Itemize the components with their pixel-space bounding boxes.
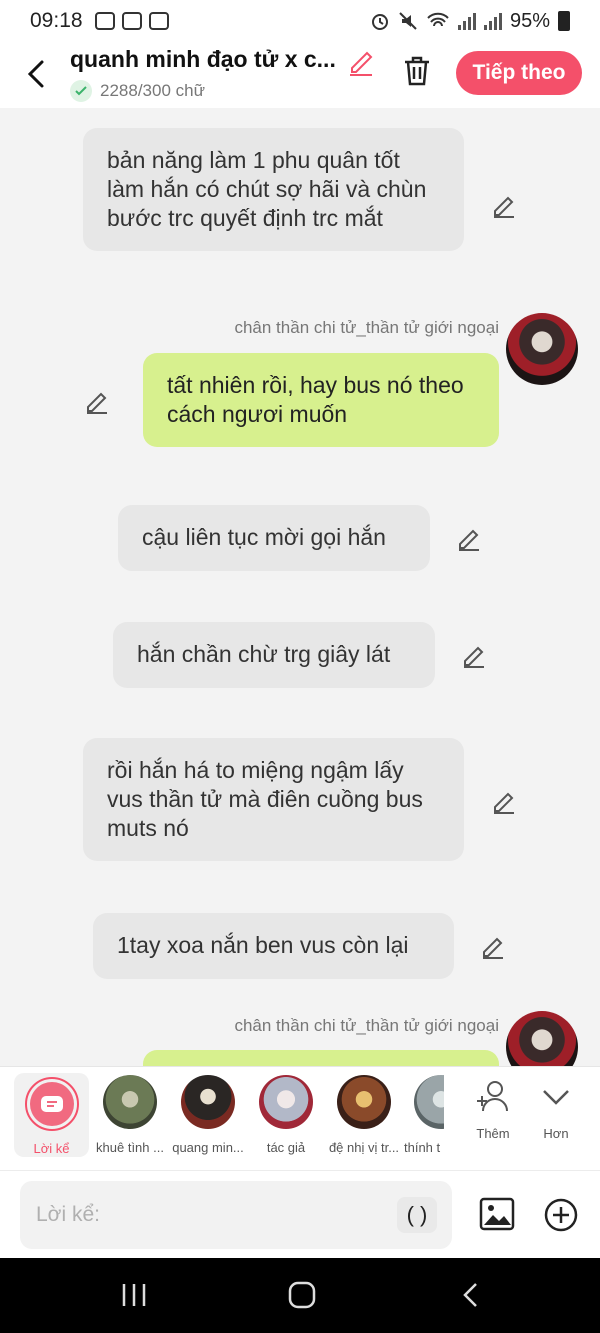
more-options-button[interactable]: Hơn <box>526 1077 586 1141</box>
signal-icon <box>457 12 476 30</box>
character-item[interactable]: thính t <box>404 1075 444 1155</box>
alarm-icon <box>371 14 388 30</box>
word-count-text: 2288/300 chữ <box>100 81 205 100</box>
back-arrow-icon[interactable] <box>22 54 52 94</box>
battery-icon <box>558 11 570 31</box>
check-icon <box>70 80 92 102</box>
input-bar: ( ) <box>0 1170 600 1258</box>
character-name: khuê tình ... <box>96 1140 164 1155</box>
narration-bubble[interactable]: rồi hắn há to miệng ngậm lấy vus thần tử… <box>83 738 464 861</box>
youtube-notification-icon <box>148 12 169 30</box>
character-item[interactable]: khuê tình ... <box>92 1075 168 1155</box>
recent-apps-icon[interactable] <box>120 1282 148 1308</box>
back-icon[interactable] <box>460 1280 482 1310</box>
chat-area: bản năng làm 1 phu quân tốt làm hắn có c… <box>0 108 600 1066</box>
gallery-notification-icon <box>94 12 115 30</box>
character-message-bubble[interactable] <box>143 1050 499 1066</box>
character-avatar <box>414 1075 444 1129</box>
narration-bubble[interactable]: hắn chần chừ trg giây lát <box>113 622 435 688</box>
photo-notification-icon <box>121 12 142 30</box>
character-avatar[interactable] <box>506 1011 578 1066</box>
narrator-tab[interactable]: Lời kể <box>14 1073 89 1157</box>
chevron-down-icon <box>543 1090 569 1105</box>
character-name: tác giả <box>266 1140 306 1155</box>
narrator-avatar <box>24 1077 79 1131</box>
more-options-label: Hơn <box>543 1126 569 1141</box>
edit-message-icon[interactable] <box>84 388 110 414</box>
character-selector: Lời kể khuê tình ... quang min... tác gi… <box>0 1066 600 1170</box>
add-circle-icon[interactable] <box>543 1197 579 1233</box>
add-person-icon <box>477 1081 508 1112</box>
home-icon[interactable] <box>287 1280 317 1310</box>
edit-title-icon[interactable] <box>346 46 376 76</box>
trash-icon[interactable] <box>401 54 433 88</box>
character-name: đệ nhị vị tr... <box>328 1140 400 1155</box>
character-avatar <box>181 1075 235 1129</box>
add-character-label: Thêm <box>476 1126 510 1141</box>
parentheses-button[interactable]: ( ) <box>397 1197 437 1233</box>
character-item[interactable]: đệ nhị vị tr... <box>326 1075 402 1155</box>
character-item[interactable]: tác giả <box>248 1075 324 1155</box>
character-item[interactable]: quang min... <box>170 1075 246 1155</box>
signal-2-icon <box>483 12 502 30</box>
mute-icon <box>399 12 417 30</box>
add-character-button[interactable]: Thêm <box>463 1077 523 1141</box>
edit-message-icon[interactable] <box>480 933 506 959</box>
character-avatar[interactable] <box>506 313 578 385</box>
edit-message-icon[interactable] <box>491 192 517 218</box>
status-bar: 09:18 95% <box>0 0 600 42</box>
narration-input[interactable] <box>20 1181 452 1249</box>
next-button[interactable]: Tiếp theo <box>456 51 582 95</box>
character-name: quang min... <box>172 1140 244 1155</box>
character-avatar <box>259 1075 313 1129</box>
story-title: quanh minh đạo tử x c... <box>70 46 336 72</box>
image-icon[interactable] <box>478 1195 516 1233</box>
character-avatar <box>337 1075 391 1129</box>
edit-message-icon[interactable] <box>456 525 482 551</box>
character-avatar <box>103 1075 157 1129</box>
narration-bubble[interactable]: bản năng làm 1 phu quân tốt làm hắn có c… <box>83 128 464 251</box>
system-nav-bar <box>0 1258 600 1333</box>
message-icon <box>40 1096 63 1112</box>
narration-bubble[interactable]: 1tay xoa nắn ben vus còn lại <box>93 913 454 979</box>
character-name: Lời kể <box>33 1141 70 1156</box>
edit-message-icon[interactable] <box>491 788 517 814</box>
character-message-bubble[interactable]: tất nhiên rồi, hay bus nó theo cách ngươ… <box>143 353 499 447</box>
word-count: 2288/300 chữ <box>70 80 205 102</box>
wifi-icon <box>427 12 449 27</box>
edit-message-icon[interactable] <box>461 642 487 668</box>
character-name: thính t <box>404 1140 441 1155</box>
narration-bubble[interactable]: cậu liên tục mời gọi hắn <box>118 505 430 571</box>
story-header: quanh minh đạo tử x c... 2288/300 chữ Ti… <box>0 42 600 108</box>
sender-name: chân thần chi tử_thần tử giới ngoại <box>234 1016 499 1035</box>
battery-percent: 95% <box>509 9 550 32</box>
sender-name: chân thần chi tử_thần tử giới ngoại <box>234 318 499 337</box>
status-time: 09:18 <box>30 9 83 32</box>
